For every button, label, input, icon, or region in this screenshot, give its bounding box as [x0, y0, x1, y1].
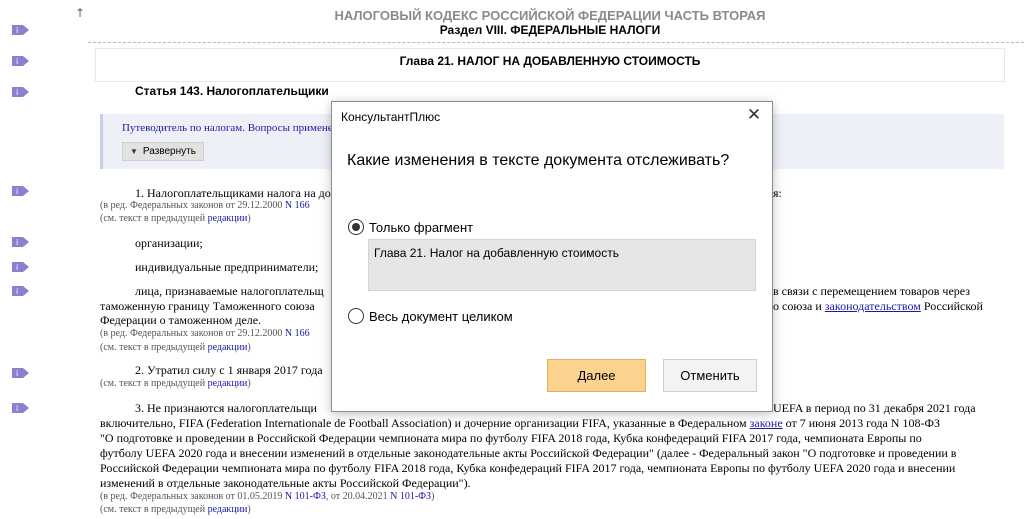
chevron-down-icon: ▼	[130, 147, 138, 156]
info-marker-icon[interactable]: i	[12, 186, 29, 196]
law-link[interactable]: N 166	[285, 200, 310, 211]
revision-link[interactable]: редакции	[208, 378, 248, 389]
dialog-title: КонсультантПлюс	[341, 110, 441, 124]
svg-text:i: i	[16, 26, 18, 35]
guide-link[interactable]: Путеводитель по налогам. Вопросы примене	[122, 122, 333, 134]
next-button[interactable]: Далее	[547, 359, 646, 392]
header-divider	[88, 42, 1024, 43]
radio-whole-document[interactable]	[348, 308, 364, 324]
item-organizations: организации;	[135, 236, 203, 250]
svg-text:i: i	[16, 57, 18, 66]
edition-note: (в ред. Федеральных законов от 29.12.200…	[100, 200, 310, 211]
article-title: Статья 143. Налогоплательщики	[135, 84, 329, 98]
svg-text:i: i	[16, 263, 18, 272]
track-changes-dialog: КонсультантПлюс ✕ Какие изменения в текс…	[331, 101, 773, 412]
expand-button-label: Развернуть	[142, 146, 196, 157]
edition-note: (в ред. Федеральных законов от 01.05.201…	[100, 491, 435, 502]
see-previous-note: (см. текст в предыдущей редакции)	[100, 378, 251, 389]
paragraph-3: 3. Не признаются налогоплательщи	[135, 401, 317, 415]
info-marker-icon[interactable]: i	[12, 237, 29, 247]
info-marker-icon[interactable]: i	[12, 87, 29, 97]
see-previous-note: (см. текст в предыдущей редакции)	[100, 213, 251, 224]
item-entrepreneurs: индивидуальные предприниматели;	[135, 260, 319, 274]
svg-text:i: i	[16, 187, 18, 196]
see-previous-note: (см. текст в предыдущей редакции)	[100, 504, 251, 515]
svg-text:i: i	[16, 404, 18, 413]
revision-link[interactable]: редакции	[208, 504, 248, 515]
dialog-question: Какие изменения в тексте документа отсле…	[347, 152, 730, 169]
section-title: Раздел VIII. ФЕДЕРАЛЬНЫЕ НАЛОГИ	[439, 23, 661, 37]
revision-link[interactable]: редакции	[208, 342, 248, 353]
radio-whole-document-label[interactable]: Весь документ целиком	[369, 309, 513, 324]
paragraph-3-line6: изменений в отдельные законодательные ак…	[100, 476, 471, 490]
revision-link[interactable]: редакции	[208, 213, 248, 224]
svg-text:i: i	[16, 238, 18, 247]
paragraph-3-end: UEFA в период по 31 декабря 2021 года	[773, 401, 976, 415]
close-icon[interactable]: ✕	[742, 104, 766, 126]
info-marker-icon[interactable]: i	[12, 403, 29, 413]
svg-text:i: i	[16, 88, 18, 97]
paragraph-persons-line2: таможенную границу Таможенного союза	[100, 299, 315, 313]
paragraph-3-line5: Российской Федерации чемпионата мира по …	[100, 461, 956, 475]
info-marker-icon[interactable]: i	[12, 56, 29, 66]
document-code-title: НАЛОГОВЫЙ КОДЕКС РОССИЙСКОЙ ФЕДЕРАЦИИ ЧА…	[334, 8, 766, 23]
info-marker-icon[interactable]: i	[12, 25, 29, 35]
info-marker-icon[interactable]: i	[12, 262, 29, 272]
paragraph-3-line3: "О подготовке и проведении в Российской …	[100, 431, 922, 445]
info-marker-icon[interactable]: i	[12, 368, 29, 378]
paragraph-3-line4: футболу UEFA 2020 года и внесении измене…	[100, 446, 957, 460]
radio-fragment-only-label[interactable]: Только фрагмент	[369, 220, 473, 235]
chapter-title: Глава 21. НАЛОГ НА ДОБАВЛЕННУЮ СТОИМОСТЬ	[399, 54, 701, 68]
paragraph-persons-line3: Федерации о таможенном деле.	[100, 313, 262, 327]
svg-text:i: i	[16, 287, 18, 296]
fragment-preview: Глава 21. Налог на добавленную стоимость	[368, 239, 756, 291]
info-marker-icon[interactable]: i	[12, 286, 29, 296]
cancel-button[interactable]: Отменить	[663, 359, 757, 392]
paragraph-persons: лица, признаваемые налогоплательщ	[135, 284, 324, 298]
radio-fragment-only[interactable]	[348, 219, 364, 235]
paragraph-3-line2: включительно, FIFA (Federation Internati…	[100, 416, 940, 430]
law-link[interactable]: N 166	[285, 328, 310, 339]
law-link[interactable]: N 101-ФЗ	[390, 491, 431, 502]
up-arrow-icon[interactable]: ↑	[75, 6, 85, 20]
legislation-link[interactable]: законодательством	[825, 299, 921, 313]
federal-law-link[interactable]: законе	[750, 416, 783, 430]
paragraph-1-end: я:	[773, 186, 782, 200]
law-link[interactable]: N 101-ФЗ	[285, 491, 326, 502]
paragraph-1: 1. Налогоплательщиками налога на до	[135, 186, 331, 200]
paragraph-2: 2. Утратил силу с 1 января 2017 года	[135, 363, 323, 377]
expand-button[interactable]: ▼ Развернуть	[122, 142, 204, 161]
see-previous-note: (см. текст в предыдущей редакции)	[100, 342, 251, 353]
paragraph-persons-end: в связи с перемещением товаров через	[773, 284, 970, 298]
edition-note: (в ред. Федеральных законов от 29.12.200…	[100, 328, 310, 339]
paragraph-persons-line2-end: о союза и законодательством Российской	[773, 299, 983, 313]
svg-text:i: i	[16, 369, 18, 378]
